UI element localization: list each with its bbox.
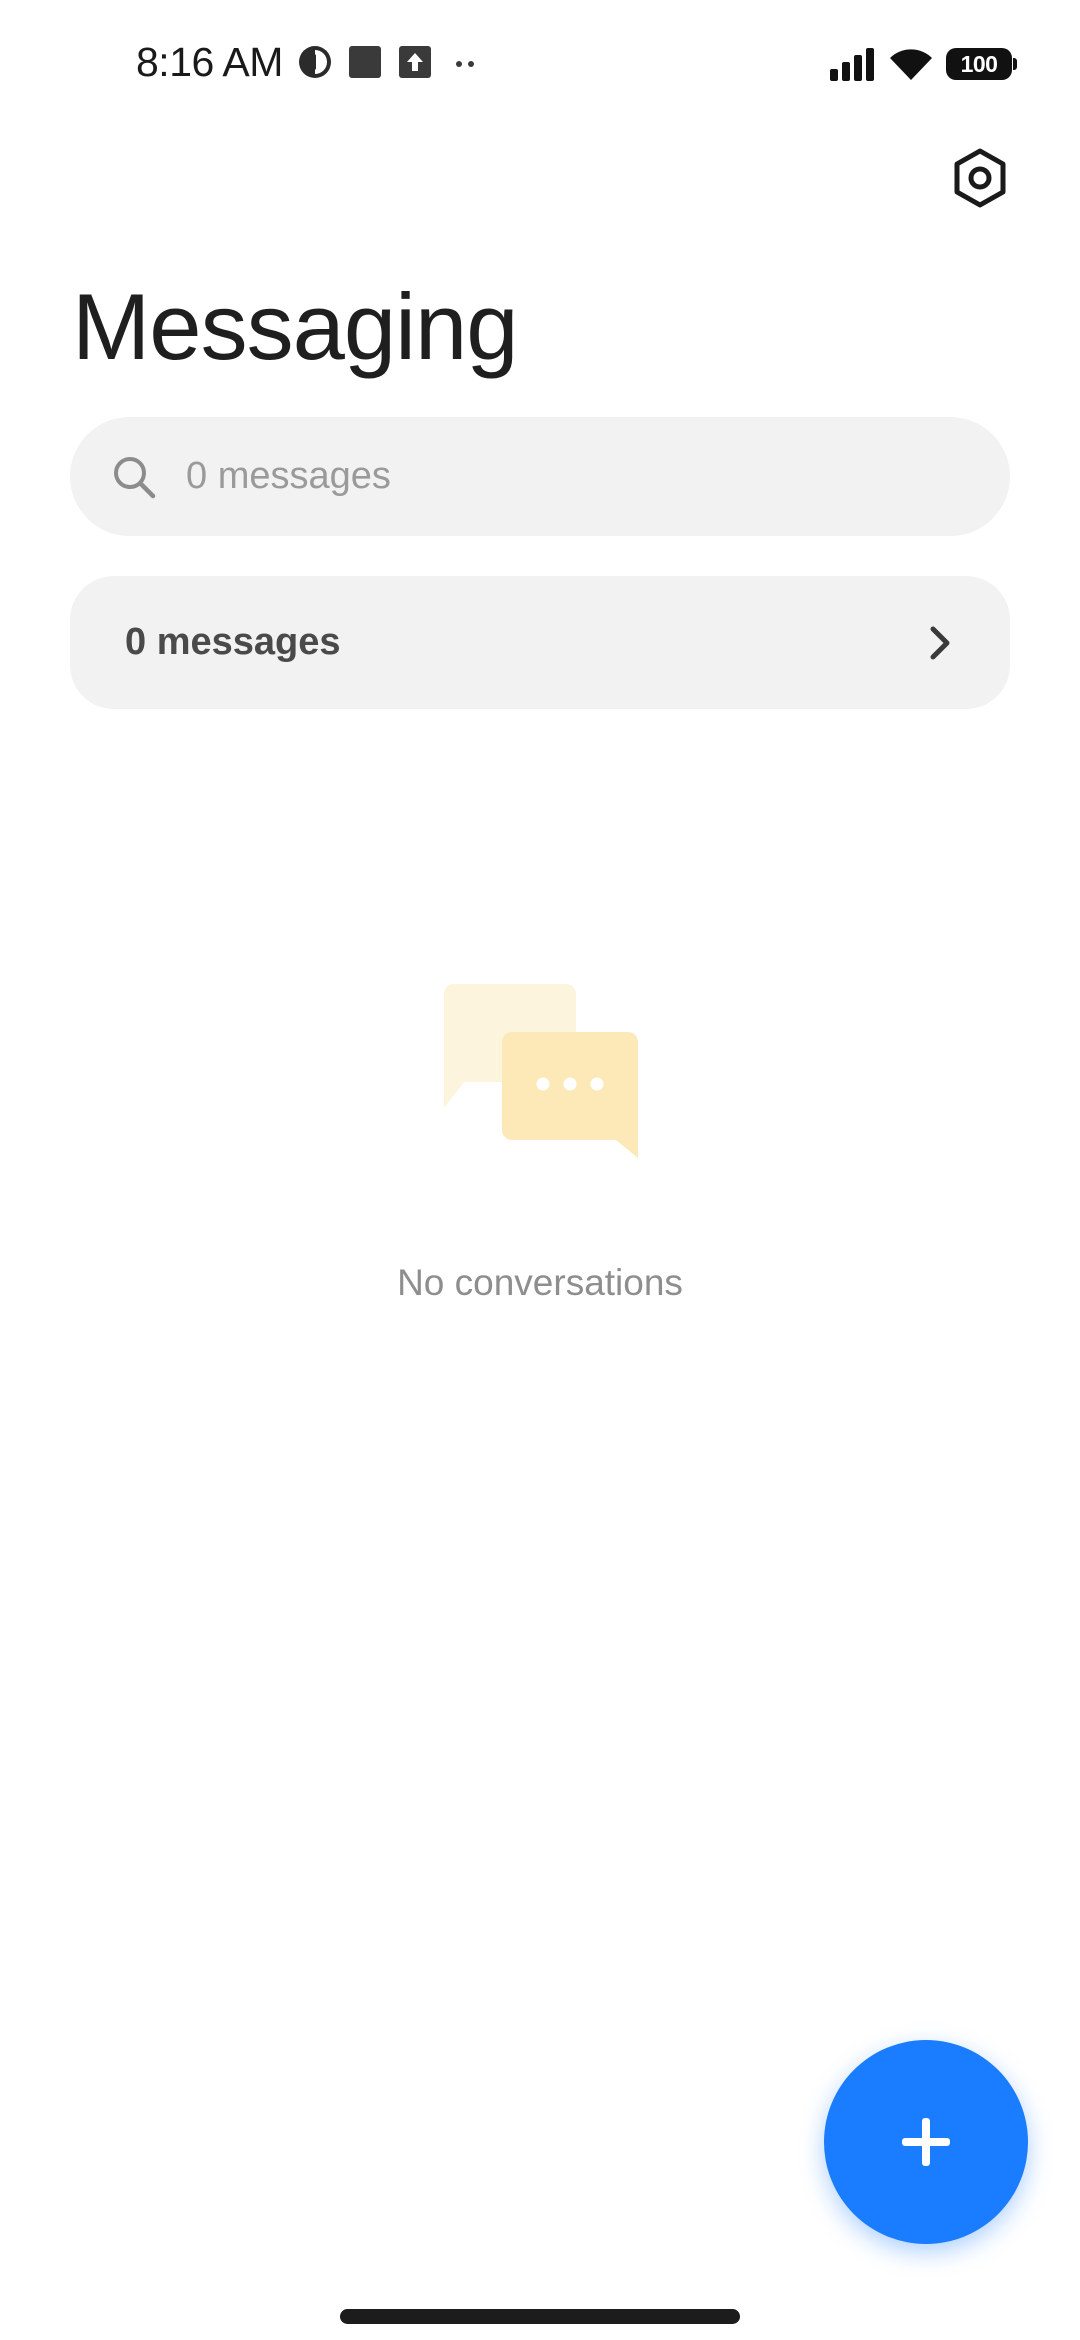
- new-conversation-button[interactable]: [824, 2040, 1028, 2244]
- wifi-icon: [890, 49, 932, 80]
- settings-button[interactable]: [950, 148, 1010, 208]
- more-dots-icon: [456, 61, 474, 67]
- settings-icon: [954, 148, 1006, 208]
- empty-state-text: No conversations: [397, 1262, 683, 1303]
- upload-icon: [399, 46, 431, 78]
- home-indicator[interactable]: [340, 2309, 740, 2324]
- status-time: 8:16 AM: [136, 39, 283, 85]
- search-bar[interactable]: [70, 417, 1010, 536]
- battery-indicator: 100: [946, 48, 1017, 80]
- cellular-signal-icon: [830, 48, 874, 81]
- messages-row-label: 0 messages: [125, 621, 341, 663]
- search-icon: [114, 456, 156, 498]
- status-bar: 8:16 AM 100: [0, 0, 1080, 124]
- chevron-right-icon: [930, 626, 950, 659]
- messages-row[interactable]: 0 messages: [70, 576, 1010, 709]
- plus-icon: [902, 2118, 950, 2166]
- square-notification-icon: [349, 46, 381, 78]
- notification-icons: [298, 44, 482, 80]
- status-right-cluster: 100: [830, 44, 1017, 84]
- chat-bubbles-icon: [443, 984, 638, 1158]
- data-usage-icon: [299, 46, 331, 78]
- search-input[interactable]: [186, 455, 946, 498]
- page-title: Messaging: [72, 274, 519, 379]
